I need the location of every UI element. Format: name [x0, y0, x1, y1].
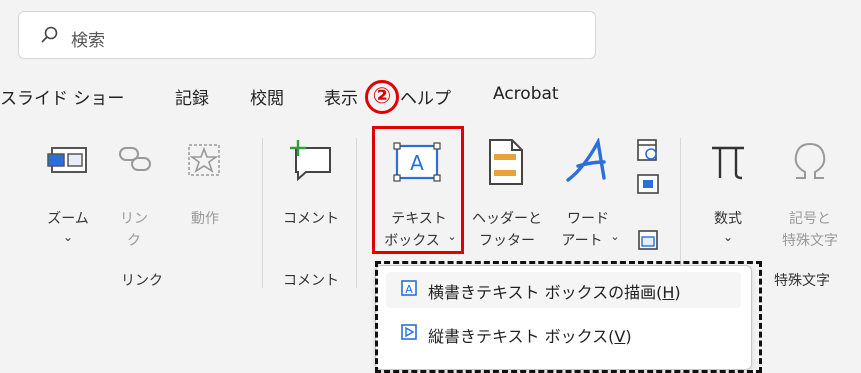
chevron-down-icon: ⌄ — [62, 230, 74, 244]
header-footer-label-line1: ヘッダーと — [472, 211, 542, 227]
zoom-icon — [47, 147, 87, 173]
wordart-label-line1: ワード — [567, 211, 609, 227]
tab-record[interactable]: 記録 — [175, 84, 209, 109]
wordart-button[interactable]: ワード アート ⌄ — [552, 136, 624, 254]
highlight-box — [372, 126, 464, 254]
datetime-icon[interactable] — [636, 136, 660, 162]
step-badge: ② — [365, 80, 399, 114]
search-box[interactable]: 検索 — [18, 11, 596, 59]
dashed-highlight — [375, 261, 762, 373]
header-footer-label-line2: フッター — [479, 233, 535, 249]
link-button[interactable]: リン ク — [112, 136, 156, 249]
action-button[interactable]: 動作 — [180, 136, 230, 227]
header-footer-icon — [489, 139, 523, 185]
zoom-button[interactable]: ズーム ⌄ — [40, 136, 96, 246]
group-label-comment: コメント — [283, 273, 339, 289]
comment-label: コメント — [283, 211, 339, 227]
zoom-label: ズーム — [47, 211, 89, 227]
tab-acrobat[interactable]: Acrobat — [493, 84, 559, 104]
equation-label: 数式 — [714, 211, 742, 227]
ribbon-tabs: スライド ショー 記録 校閲 表示 ヘルプ Acrobat — [0, 84, 861, 124]
chevron-down-icon: ⌄ — [610, 230, 620, 243]
link-label-line2: ク — [127, 233, 141, 249]
tab-review[interactable]: 校閲 — [250, 84, 284, 109]
comment-button[interactable]: コメント — [276, 136, 346, 227]
separator — [262, 138, 263, 288]
comment-icon — [290, 140, 331, 182]
header-footer-button[interactable]: ヘッダーと フッター — [468, 136, 546, 254]
link-icon — [119, 147, 151, 171]
object-icon[interactable] — [636, 228, 660, 252]
symbol-label-line2: 特殊文字 — [782, 233, 838, 249]
separator — [356, 138, 357, 288]
wordart-icon — [566, 138, 606, 182]
search-placeholder: 検索 — [71, 31, 105, 51]
action-icon — [188, 144, 220, 176]
tab-view[interactable]: 表示 — [324, 84, 358, 109]
equation-icon — [712, 146, 744, 180]
symbol-button[interactable]: 記号と 特殊文字 — [770, 136, 850, 254]
chevron-down-icon: ⌄ — [722, 230, 734, 244]
wordart-label-line2: アート — [561, 233, 603, 249]
tab-help[interactable]: ヘルプ — [400, 84, 451, 109]
search-icon — [41, 26, 58, 43]
action-label: 動作 — [191, 211, 219, 227]
slide-number-icon[interactable] — [636, 172, 660, 196]
link-label-line1: リン — [120, 211, 148, 227]
tab-slideshow[interactable]: スライド ショー — [0, 84, 124, 109]
equation-button[interactable]: 数式 ⌄ — [700, 136, 756, 254]
symbol-label-line1: 記号と — [789, 211, 831, 227]
group-label-special: 特殊文字 — [774, 273, 830, 289]
group-label-link: リンク — [121, 273, 163, 289]
symbol-icon — [794, 142, 826, 179]
